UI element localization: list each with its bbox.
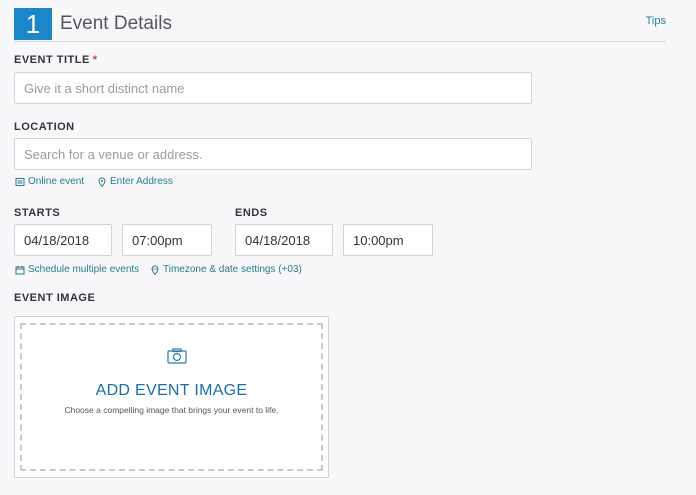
- schedule-multiple-events-link[interactable]: Schedule multiple events: [15, 264, 139, 275]
- tips-link[interactable]: Tips: [646, 15, 666, 27]
- location-search-input[interactable]: [14, 138, 532, 170]
- end-date-input[interactable]: [235, 224, 333, 256]
- schedule-multiple-events-label: Schedule multiple events: [28, 264, 140, 275]
- online-event-link[interactable]: Online event: [15, 176, 84, 187]
- ends-label: ENDS: [235, 207, 268, 219]
- required-marker: *: [92, 54, 98, 66]
- map-pin-icon: [97, 177, 107, 187]
- globe-pin-icon: [150, 265, 160, 275]
- starts-label: STARTS: [14, 207, 61, 219]
- enter-address-label: Enter Address: [110, 176, 173, 187]
- event-image-upload-box: ADD EVENT IMAGE Choose a compelling imag…: [14, 316, 329, 478]
- section-header: 1 Event Details Tips: [14, 8, 666, 42]
- enter-address-link[interactable]: Enter Address: [97, 176, 173, 187]
- event-title-input[interactable]: [14, 72, 532, 104]
- section-title: Event Details: [60, 13, 172, 34]
- online-event-label: Online event: [28, 176, 85, 187]
- event-title-label: EVENT TITLE *: [14, 54, 98, 66]
- event-title-label-text: EVENT TITLE: [14, 54, 90, 66]
- calendar-icon: [15, 265, 25, 275]
- add-event-image-description: Choose a compelling image that brings yo…: [64, 405, 279, 415]
- event-image-label: EVENT IMAGE: [14, 292, 96, 304]
- event-image-dropzone[interactable]: ADD EVENT IMAGE Choose a compelling imag…: [20, 323, 323, 471]
- start-date-input[interactable]: [14, 224, 112, 256]
- camera-icon: [167, 348, 187, 364]
- start-time-input[interactable]: [122, 224, 212, 256]
- step-number-badge: 1: [14, 8, 52, 40]
- end-time-input[interactable]: [343, 224, 433, 256]
- event-details-page: 1 Event Details Tips EVENT TITLE* LOCATI…: [0, 0, 696, 495]
- add-event-image-label: ADD EVENT IMAGE: [95, 382, 248, 399]
- calendar-list-icon: [15, 177, 25, 187]
- location-label: LOCATION: [14, 121, 75, 133]
- timezone-settings-label: Timezone & date settings (+03): [163, 264, 302, 275]
- timezone-settings-link[interactable]: Timezone & date settings (+03): [150, 264, 302, 275]
